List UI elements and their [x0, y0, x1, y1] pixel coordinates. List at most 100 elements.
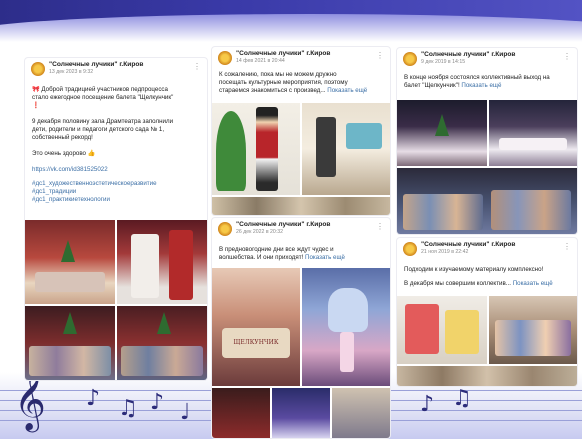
- post-text-line: стало ежегодное посещение балета "Щелкун…: [32, 94, 174, 101]
- show-more-link[interactable]: Показать ещё: [513, 280, 553, 287]
- group-logo-icon[interactable]: [218, 51, 232, 65]
- post-photo-poster-board[interactable]: [397, 296, 487, 364]
- post-text-line: балет "Щелкунчик"!: [404, 82, 460, 89]
- post-photo-thumb[interactable]: [272, 388, 330, 438]
- music-note-icon: ♪: [86, 386, 101, 411]
- post-text-line: собственный рекорд!: [32, 134, 93, 141]
- costume-figure: [131, 234, 159, 298]
- post-date[interactable]: 21 ноя 2019 в 22:42: [421, 249, 468, 255]
- group-name[interactable]: "Солнечные лучики" г.Киров: [236, 50, 330, 57]
- group-logo-icon[interactable]: [218, 222, 232, 236]
- post-text-line: В конце ноября состоялся коллективный вы…: [404, 74, 550, 81]
- show-more-link[interactable]: Показать ещё: [461, 82, 501, 89]
- show-more-link[interactable]: Показать ещё: [327, 87, 367, 94]
- music-note-icon: ♫: [118, 396, 138, 421]
- nutcracker-figure: [256, 107, 278, 191]
- music-note-icon: ♩: [180, 400, 191, 425]
- music-note-icon: ♪: [150, 390, 165, 415]
- more-options-icon[interactable]: ⋮: [563, 242, 571, 251]
- treble-clef-icon: 𝄞: [14, 372, 46, 430]
- christmas-tree: [435, 114, 449, 136]
- post-text-line: Подходим к изучаемому материалу комплекс…: [404, 266, 544, 273]
- post-text-line: К сожалению, пока мы не можем дружно: [219, 71, 337, 78]
- decorated-tree: [216, 111, 246, 191]
- post-card[interactable]: "Солнечные лучики" г.Киров 26 дек 2022 в…: [212, 218, 390, 438]
- post-text-line: стараемся знакомиться с произвед...: [219, 87, 326, 94]
- post-photo-theatre[interactable]: [25, 220, 115, 304]
- post-photo-group[interactable]: [117, 306, 207, 380]
- post-photo-nutcracker[interactable]: [212, 103, 300, 195]
- post-photo-classroom[interactable]: [302, 103, 390, 195]
- screen-board: [346, 123, 382, 149]
- group-logo-icon[interactable]: [31, 62, 45, 76]
- post-date[interactable]: 9 дек 2019 в 14:15: [421, 59, 465, 65]
- post-date[interactable]: 26 дек 2022 в 20:32: [236, 229, 283, 235]
- post-header: "Солнечные лучики" г.Киров 14 фев 2021 в…: [212, 47, 390, 69]
- post-header: "Солнечные лучики" г.Киров 21 ноя 2019 в…: [397, 238, 577, 260]
- post-text-line: волшебства. И они приходят!: [219, 254, 304, 261]
- audience-group: [121, 346, 203, 376]
- more-options-icon[interactable]: ⋮: [376, 51, 384, 60]
- post-text-line: 9 декабря половину зала Драмтеатра запол…: [32, 118, 174, 125]
- post-text-line: посещать культурные мероприятия, поэтому: [219, 79, 348, 86]
- post-card[interactable]: "Солнечные лучики" г.Киров 21 ноя 2019 в…: [397, 238, 577, 386]
- post-photo-stage[interactable]: [397, 100, 487, 166]
- music-note-icon: ♪: [420, 392, 435, 417]
- post-header: "Солнечные лучики" г.Киров 26 дек 2022 в…: [212, 218, 390, 240]
- post-link[interactable]: https://vk.com/id381525022: [32, 166, 200, 174]
- more-options-icon[interactable]: ⋮: [193, 62, 201, 71]
- post-date[interactable]: 14 фев 2021 в 20:44: [236, 58, 285, 64]
- post-text-line: 🎀 Доброй традицией участников педпроцесс…: [32, 86, 168, 93]
- post-header: "Солнечные лучики" г.Киров 13 дек 2023 в…: [25, 58, 207, 80]
- costume-figure: [169, 230, 193, 300]
- post-text-line: В предновогодние дни все ждут чудес и: [219, 246, 334, 253]
- music-note-icon: ♫: [452, 386, 472, 411]
- castle-scenery: [328, 288, 368, 332]
- post-photo-poster[interactable]: ЩЕЛКУНЧИК: [212, 268, 300, 386]
- banner-wave: [0, 14, 582, 46]
- christmas-tree: [63, 312, 77, 334]
- hashtag-link[interactable]: #дс1_практикиетехнологии: [32, 196, 200, 204]
- post-photo-stage[interactable]: [489, 100, 577, 166]
- christmas-tree: [157, 312, 171, 334]
- post-photo-children[interactable]: [489, 296, 577, 364]
- post-card[interactable]: "Солнечные лучики" г.Киров 14 фев 2021 в…: [212, 47, 390, 215]
- post-photo-strip[interactable]: [397, 366, 577, 386]
- ballet-dancers: [499, 138, 567, 150]
- post-text-line: Это очень здорово 👍: [32, 150, 96, 157]
- poster-sheet: [405, 304, 439, 354]
- group-name[interactable]: "Солнечные лучики" г.Киров: [421, 241, 515, 248]
- hashtag-link[interactable]: #дс1_художественноэстетическоеразвитие: [32, 180, 200, 188]
- more-options-icon[interactable]: ⋮: [376, 222, 384, 231]
- post-text-line: ❗: [32, 102, 40, 109]
- post-photo-group[interactable]: [397, 168, 577, 234]
- post-text-line: В декабря мы совершим коллектив...: [404, 280, 511, 287]
- christmas-tree: [61, 240, 75, 262]
- post-card[interactable]: "Солнечные лучики" г.Киров 13 дек 2023 в…: [25, 58, 207, 380]
- post-photo-thumb[interactable]: [212, 388, 270, 438]
- post-photo-costumes[interactable]: [117, 220, 207, 304]
- group-logo-icon[interactable]: [403, 242, 417, 256]
- post-date[interactable]: 13 дек 2023 в 9:32: [49, 69, 93, 75]
- children-group: [495, 320, 571, 356]
- more-options-icon[interactable]: ⋮: [563, 52, 571, 61]
- audience-group: [29, 346, 111, 376]
- top-banner: [0, 0, 582, 46]
- post-photo-thumb[interactable]: [332, 388, 390, 438]
- post-photo-strip[interactable]: [212, 197, 390, 215]
- group-name[interactable]: "Солнечные лучики" г.Киров: [236, 221, 330, 228]
- post-photo-group[interactable]: [25, 306, 115, 380]
- post-text-line: дети, родители и педагоги детского сада …: [32, 126, 165, 133]
- nutcracker-poster-title: ЩЕЛКУНЧИК: [222, 328, 290, 358]
- group-logo-icon[interactable]: [403, 52, 417, 66]
- show-more-link[interactable]: Показать ещё: [305, 254, 345, 261]
- teacher-figure: [316, 117, 336, 177]
- post-header: "Солнечные лучики" г.Киров 9 дек 2019 в …: [397, 48, 577, 70]
- post-photo-ballet[interactable]: [302, 268, 390, 386]
- group-name[interactable]: "Солнечные лучики" г.Киров: [421, 51, 515, 58]
- stage-dancers: [35, 272, 105, 292]
- hashtag-link[interactable]: #дс1_традиции: [32, 188, 200, 196]
- post-card[interactable]: "Солнечные лучики" г.Киров 9 дек 2019 в …: [397, 48, 577, 234]
- audience-group: [491, 190, 571, 230]
- group-name[interactable]: "Солнечные лучики" г.Киров: [49, 61, 143, 68]
